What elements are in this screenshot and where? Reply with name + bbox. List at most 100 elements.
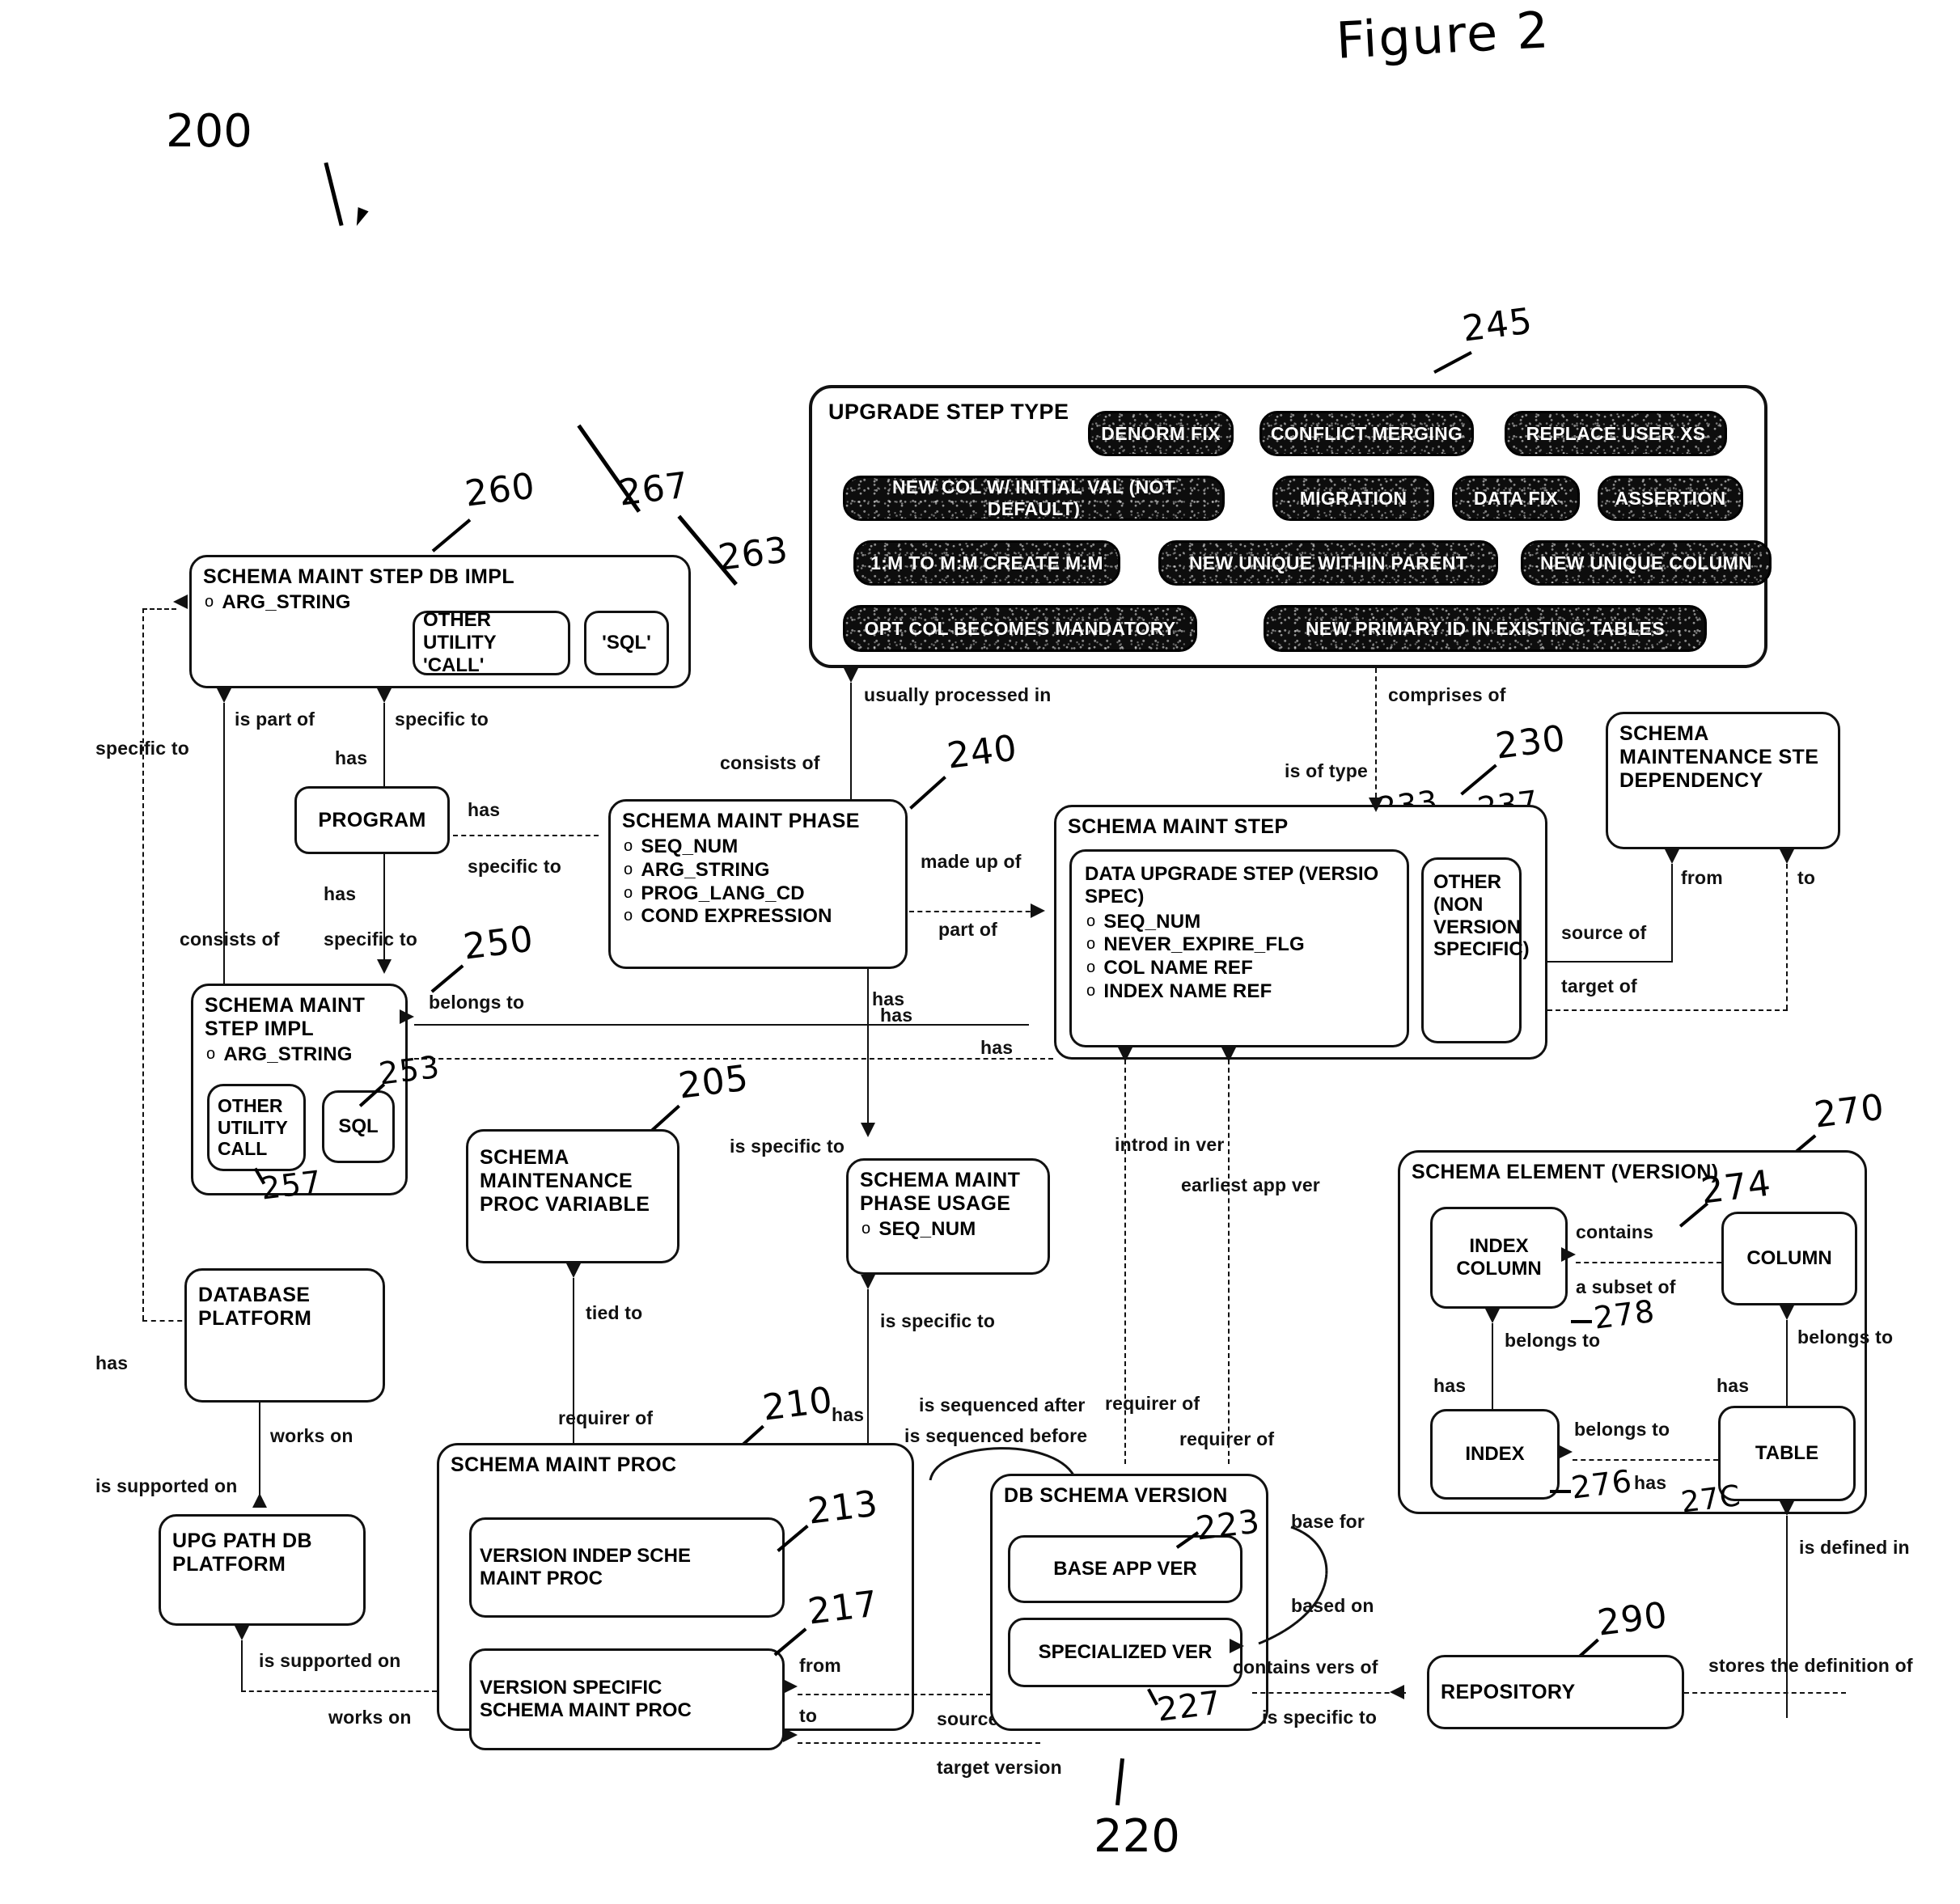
leader-260 bbox=[431, 518, 472, 552]
dus-attr-never-expire-flg: NEVER_EXPIRE_FLG bbox=[1086, 933, 1305, 957]
sub-column[interactable]: COLUMN bbox=[1721, 1212, 1857, 1305]
rel-from-2: from bbox=[799, 1655, 841, 1676]
rel-consists-of-1: consists of bbox=[720, 752, 820, 773]
crow-belongs-to-4 bbox=[1558, 1445, 1573, 1459]
rel-has-8: has bbox=[1634, 1472, 1667, 1493]
rel-has-1: has bbox=[335, 747, 368, 768]
rel-specific-to-1: specific to bbox=[395, 709, 489, 730]
smp-attr-arg-string: ARG_STRING bbox=[624, 859, 894, 882]
line-is-supported-on-2-v bbox=[241, 1640, 243, 1690]
rel-made-up-of: made up of bbox=[921, 851, 1022, 872]
crow-contains bbox=[1561, 1247, 1576, 1262]
pill-denorm-fix[interactable]: DENORM FIX bbox=[1088, 411, 1234, 456]
crow-is-of-type bbox=[1369, 798, 1383, 812]
rel-tied-to: tied to bbox=[586, 1302, 643, 1323]
crow-introd-in-ver bbox=[1118, 1047, 1132, 1062]
line-belongs-to-1 bbox=[414, 1024, 1029, 1026]
rel-specific-to-3: specific to bbox=[468, 856, 561, 877]
pill-replace-user-xs[interactable]: REPLACE USER XS bbox=[1505, 411, 1727, 456]
rel-from-1: from bbox=[1681, 867, 1723, 888]
sub-data-upgrade-step[interactable]: DATA UPGRADE STEP (VERSIO SPEC) SEQ_NUM … bbox=[1069, 849, 1409, 1047]
rel-requirer-of-3: requirer of bbox=[1179, 1428, 1275, 1449]
pill-new-primary-id-existing-tables[interactable]: NEW PRIMARY ID IN EXISTING TABLES bbox=[1264, 605, 1707, 652]
line-usually-processed-in bbox=[850, 683, 852, 806]
line-specific-to-2-h bbox=[142, 608, 176, 610]
dus-attr-index-name-ref: INDEX NAME REF bbox=[1086, 980, 1305, 1004]
sub-index-column[interactable]: INDEX COLUMN bbox=[1430, 1207, 1568, 1309]
line-comprises-of bbox=[1375, 668, 1377, 798]
pill-1m-to-mm-create-mm[interactable]: 1:M TO M:M CREATE M:M bbox=[853, 540, 1120, 586]
pill-data-fix[interactable]: DATA FIX bbox=[1452, 476, 1580, 521]
rel-works-on-2: works on bbox=[328, 1707, 412, 1728]
rel-target-of: target of bbox=[1561, 975, 1637, 996]
pill-new-unique-within-parent[interactable]: NEW UNIQUE WITHIN PARENT bbox=[1158, 540, 1498, 586]
db-platform-title: DATABASE PLATFORM bbox=[198, 1284, 312, 1330]
sub-version-specific-schema-maint-proc[interactable]: VERSION SPECIFIC SCHEMA MAINT PROC bbox=[469, 1648, 785, 1750]
smpu-title: SCHEMA MAINT PHASE USAGE bbox=[860, 1169, 1021, 1215]
sub-index[interactable]: INDEX bbox=[1430, 1409, 1560, 1500]
pill-opt-col-becomes-mandatory[interactable]: OPT COL BECOMES MANDATORY bbox=[843, 605, 1197, 652]
sub-version-indep-schema-maint-proc[interactable]: VERSION INDEP SCHE MAINT PROC bbox=[469, 1517, 785, 1618]
ref-220: 220 bbox=[1094, 1810, 1180, 1863]
crow-tied-to bbox=[566, 1263, 581, 1278]
sub-specialized-ver[interactable]: SPECIALIZED VER bbox=[1008, 1618, 1242, 1687]
rel-a-subset-of: a subset of bbox=[1576, 1276, 1676, 1297]
crow-made-up-of bbox=[1031, 903, 1045, 918]
line-to-2 bbox=[798, 1742, 1040, 1744]
crow-dep-to bbox=[1780, 849, 1794, 864]
smsdi-title: SCHEMA MAINT STEP DB IMPL bbox=[203, 565, 515, 588]
rel-to-1: to bbox=[1797, 867, 1816, 888]
rel-specific-to-4: specific to bbox=[324, 929, 417, 950]
smpu-attr-seq-num: SEQ_NUM bbox=[861, 1218, 1036, 1242]
rel-has-7: has bbox=[1717, 1375, 1750, 1396]
ref-210: 210 bbox=[760, 1379, 836, 1429]
line-belongs-to-4 bbox=[1573, 1459, 1718, 1461]
leader-278 bbox=[1571, 1320, 1592, 1323]
rel-specific-to-2: specific to bbox=[95, 738, 189, 759]
rel-belongs-to-1: belongs to bbox=[429, 992, 525, 1013]
pill-assertion[interactable]: ASSERTION bbox=[1598, 476, 1743, 521]
line-contains-vers-of bbox=[1252, 1692, 1406, 1694]
rel-has-2: has bbox=[324, 883, 357, 904]
rel-has-9: has bbox=[832, 1404, 865, 1425]
line-works-on-1 bbox=[259, 1403, 260, 1508]
rel-is-specific-to-2: is specific to bbox=[880, 1310, 996, 1331]
leader-245 bbox=[1433, 351, 1472, 374]
ref-267: 267 bbox=[616, 464, 692, 514]
ref-230: 230 bbox=[1493, 717, 1568, 768]
rel-is-of-type: is of type bbox=[1285, 760, 1368, 781]
pill-migration[interactable]: MIGRATION bbox=[1272, 476, 1434, 521]
program-title: PROGRAM bbox=[318, 808, 426, 831]
crow-is-part-of bbox=[217, 688, 231, 703]
ref-257: 257 bbox=[259, 1163, 324, 1207]
crow-to-2 bbox=[783, 1728, 798, 1742]
pill-conflict-merging[interactable]: CONFLICT MERGING bbox=[1259, 411, 1474, 456]
ref-290: 290 bbox=[1595, 1594, 1670, 1644]
entity-schema-maintenance-proc-variable: SCHEMA MAINTENANCE PROC VARIABLE bbox=[466, 1129, 679, 1263]
sub-other-utility-call-263[interactable]: OTHER UTILITY 'CALL' bbox=[413, 609, 570, 676]
rel-is-sequenced-after: is sequenced after bbox=[919, 1394, 1086, 1415]
sub-other-utility-call-257[interactable]: OTHER UTILITY CALL bbox=[207, 1084, 306, 1171]
sub-sql-267[interactable]: 'SQL' bbox=[584, 611, 669, 675]
rel-earliest-app-ver: earliest app ver bbox=[1181, 1174, 1320, 1195]
line-earliest-app-ver bbox=[1228, 1060, 1230, 1464]
ref-274: 274 bbox=[1699, 1162, 1774, 1212]
sub-other-non-version-specific[interactable]: OTHER (NON VERSION SPECIFIC) bbox=[1421, 857, 1530, 1043]
crow-belongs-to-1 bbox=[400, 1009, 414, 1024]
sub-sql-253[interactable]: SQL bbox=[322, 1090, 395, 1163]
entity-upg-path-db-platform: UPG PATH DB PLATFORM bbox=[159, 1514, 366, 1626]
rel-to-2: to bbox=[799, 1705, 818, 1726]
pill-new-col-initial-val[interactable]: NEW COL W/ INITIAL VAL (NOT DEFAULT) bbox=[843, 476, 1225, 521]
rel-works-on-1: works on bbox=[270, 1425, 353, 1446]
repository-title: REPOSITORY bbox=[1441, 1680, 1576, 1703]
upg-path-title: UPG PATH DB PLATFORM bbox=[172, 1530, 312, 1576]
crow-is-specific-to-2 bbox=[861, 1275, 875, 1289]
crow-contains-vers-of bbox=[1390, 1685, 1404, 1699]
rel-is-specific-to-1: is specific to bbox=[730, 1136, 845, 1157]
ref-245: 245 bbox=[1460, 300, 1535, 350]
pill-new-unique-column[interactable]: NEW UNIQUE COLUMN bbox=[1521, 540, 1772, 586]
rel-belongs-to-4: belongs to bbox=[1574, 1419, 1670, 1440]
entity-database-platform: DATABASE PLATFORM bbox=[184, 1268, 385, 1403]
rel-has-10: has bbox=[95, 1352, 129, 1373]
leader-220 bbox=[1115, 1758, 1125, 1806]
